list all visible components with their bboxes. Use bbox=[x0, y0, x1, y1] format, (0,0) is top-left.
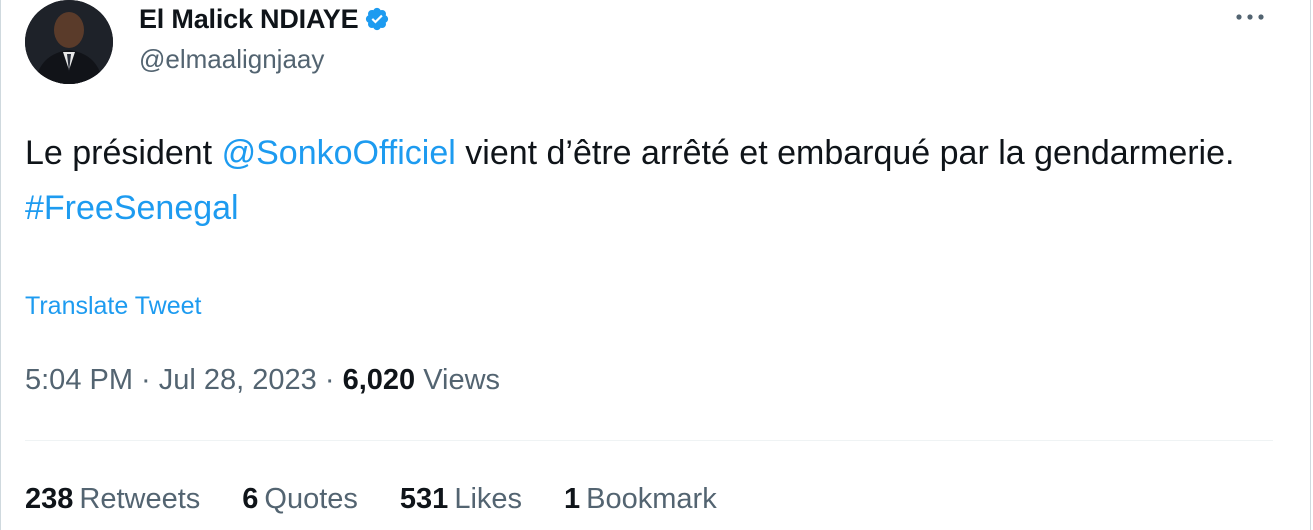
quotes-count: 6 bbox=[242, 483, 259, 515]
more-horizontal-icon[interactable] bbox=[1232, 2, 1268, 32]
tweet-date[interactable]: Jul 28, 2023 bbox=[159, 364, 317, 396]
tweet-text-before: Le président bbox=[25, 134, 222, 172]
name-row: El Malick NDIAYE bbox=[139, 2, 390, 36]
translate-tweet-link[interactable]: Translate Tweet bbox=[25, 292, 201, 321]
likes-label: Likes bbox=[454, 483, 523, 515]
bookmarks-label: Bookmark bbox=[586, 483, 717, 515]
mention-link[interactable]: @SonkoOfficiel bbox=[222, 134, 456, 172]
handle[interactable]: @elmaalignjaay bbox=[139, 44, 390, 75]
tweet-text-after: vient d’être arrêté et embarqué par la g… bbox=[455, 134, 1235, 172]
tweet-meta: 5:04 PM · Jul 28, 2023 · 6,020 Views bbox=[25, 364, 500, 397]
likes-stat[interactable]: 531 Likes bbox=[400, 483, 522, 516]
likes-count: 531 bbox=[399, 483, 449, 515]
avatar[interactable] bbox=[25, 0, 113, 84]
views-count: 6,020 bbox=[342, 364, 416, 396]
hashtag-link[interactable]: #FreeSenegal bbox=[25, 189, 239, 227]
retweets-count: 238 bbox=[25, 483, 74, 515]
verified-badge-icon bbox=[364, 6, 390, 32]
retweets-label: Retweets bbox=[79, 483, 201, 515]
author-block: El Malick NDIAYE @elmaalignjaay bbox=[139, 2, 390, 75]
display-name[interactable]: El Malick NDIAYE bbox=[139, 4, 359, 35]
tweet-time[interactable]: 5:04 PM bbox=[25, 364, 133, 396]
views-label: Views bbox=[423, 364, 501, 396]
tweet-card: El Malick NDIAYE @elmaalignjaay Le prési… bbox=[0, 0, 1311, 530]
bookmarks-stat[interactable]: 1 Bookmark bbox=[564, 483, 717, 516]
quotes-label: Quotes bbox=[264, 483, 358, 515]
meta-separator: · bbox=[133, 364, 159, 396]
quotes-stat[interactable]: 6 Quotes bbox=[242, 483, 358, 516]
meta-separator: · bbox=[316, 364, 343, 396]
divider bbox=[25, 440, 1273, 441]
engagement-stats: 238 Retweets 6 Quotes 531 Likes 1 Bookmark bbox=[25, 483, 759, 516]
retweets-stat[interactable]: 238 Retweets bbox=[25, 483, 200, 516]
tweet-text: Le président @SonkoOfficiel vient d’être… bbox=[25, 126, 1265, 236]
bookmarks-count: 1 bbox=[564, 483, 581, 515]
